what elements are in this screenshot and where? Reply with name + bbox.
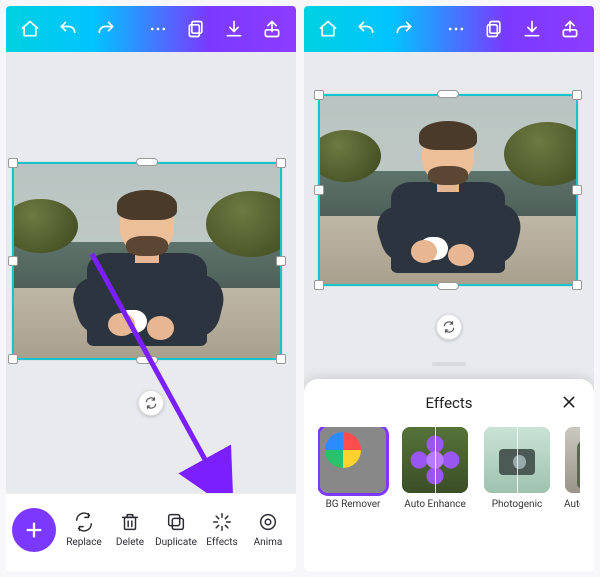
resize-handle[interactable] (437, 90, 459, 98)
pages-icon[interactable] (478, 13, 510, 45)
resize-handle[interactable] (437, 282, 459, 290)
effects-panel: Effects BG Remover Auto Enhance Photogen… (304, 379, 594, 571)
app-topbar (304, 6, 594, 52)
tool-animate[interactable]: Anima (246, 511, 290, 548)
selected-image[interactable] (12, 162, 282, 360)
share-icon[interactable] (554, 13, 586, 45)
effect-label: Photogenic (492, 499, 543, 510)
redo-icon[interactable] (90, 13, 122, 45)
photo-content (14, 164, 280, 358)
tool-effects[interactable]: Effects (200, 511, 244, 548)
add-button[interactable] (12, 508, 56, 552)
resize-handle[interactable] (314, 185, 324, 195)
effect-auto-enhance[interactable]: Auto Enhance (400, 427, 470, 510)
panel-drag-handle[interactable] (432, 362, 466, 366)
undo-icon[interactable] (52, 13, 84, 45)
undo-icon[interactable] (350, 13, 382, 45)
resize-handle[interactable] (8, 354, 18, 364)
share-icon[interactable] (256, 13, 288, 45)
more-icon[interactable] (440, 13, 472, 45)
resize-handle[interactable] (136, 158, 158, 166)
resize-handle[interactable] (8, 256, 18, 266)
panel-title: Effects (425, 394, 472, 412)
screenshot-pair: Replace Delete Duplicate Effects Anima (0, 0, 600, 577)
tool-label: Anima (254, 537, 283, 548)
resize-handle[interactable] (314, 90, 324, 100)
rotate-button[interactable] (436, 314, 462, 340)
resize-handle[interactable] (572, 90, 582, 100)
resize-handle[interactable] (276, 256, 286, 266)
home-icon[interactable] (312, 13, 344, 45)
trash-icon (119, 511, 141, 533)
resize-handle[interactable] (276, 158, 286, 168)
resize-handle[interactable] (136, 356, 158, 364)
effect-label: Auto Enhance (404, 499, 466, 510)
photo-content (320, 96, 576, 284)
resize-handle[interactable] (572, 280, 582, 290)
tool-duplicate[interactable]: Duplicate (154, 511, 198, 548)
tool-label: Effects (206, 537, 237, 548)
tool-delete[interactable]: Delete (108, 511, 152, 548)
download-icon[interactable] (516, 13, 548, 45)
resize-handle[interactable] (314, 280, 324, 290)
phone-left: Replace Delete Duplicate Effects Anima (6, 6, 296, 571)
selected-image[interactable] (318, 94, 578, 286)
phone-right: Effects BG Remover Auto Enhance Photogen… (304, 6, 594, 571)
resize-handle[interactable] (572, 185, 582, 195)
redo-icon[interactable] (388, 13, 420, 45)
pages-icon[interactable] (180, 13, 212, 45)
resize-handle[interactable] (276, 354, 286, 364)
tool-label: Duplicate (155, 537, 197, 548)
resize-handle[interactable] (8, 158, 18, 168)
tool-replace[interactable]: Replace (62, 511, 106, 548)
tool-label: Replace (66, 537, 102, 548)
effect-label: BG Remover (326, 499, 381, 510)
effects-icon (211, 511, 233, 533)
more-icon[interactable] (142, 13, 174, 45)
download-icon[interactable] (218, 13, 250, 45)
rotate-button[interactable] (138, 390, 164, 416)
home-icon[interactable] (14, 13, 46, 45)
effect-auto-focus[interactable]: Auto Focu (564, 427, 580, 510)
effect-bg-remover[interactable]: BG Remover (318, 427, 388, 510)
duplicate-icon (165, 511, 187, 533)
app-topbar (6, 6, 296, 52)
replace-icon (73, 511, 95, 533)
effect-label: Auto Focu (564, 499, 580, 510)
close-icon[interactable] (558, 391, 580, 413)
image-toolbar: Replace Delete Duplicate Effects Anima (6, 493, 296, 571)
animate-icon (257, 511, 279, 533)
tool-label: Delete (116, 537, 144, 548)
effect-photogenic[interactable]: Photogenic (482, 427, 552, 510)
effects-row: BG Remover Auto Enhance Photogenic Auto … (318, 427, 580, 510)
